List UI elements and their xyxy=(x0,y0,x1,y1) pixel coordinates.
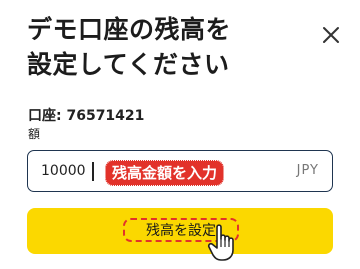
hand-pointer-icon xyxy=(207,224,234,261)
set-balance-button[interactable]: 残高を設定 xyxy=(27,208,333,254)
title-line-1: デモ口座の残高を xyxy=(27,15,232,44)
close-icon xyxy=(323,27,339,43)
account-number: 口座: 76571421 xyxy=(28,108,145,124)
dialog-title: デモ口座の残高を 設定してください xyxy=(27,12,307,82)
close-button[interactable] xyxy=(318,22,344,48)
text-caret xyxy=(92,162,94,181)
balance-amount-value[interactable]: 10000 xyxy=(41,163,86,179)
currency-unit: JPY xyxy=(296,163,319,178)
title-line-2: 設定してください xyxy=(27,50,230,79)
amount-label: 額 xyxy=(28,127,41,141)
annotation-enter-amount: 残高金額を入力 xyxy=(105,160,225,186)
set-balance-dialog: デモ口座の残高を 設定してください 口座: 76571421 額 10000 J… xyxy=(0,0,360,269)
set-balance-label-text: 残高を設定 xyxy=(146,223,216,239)
